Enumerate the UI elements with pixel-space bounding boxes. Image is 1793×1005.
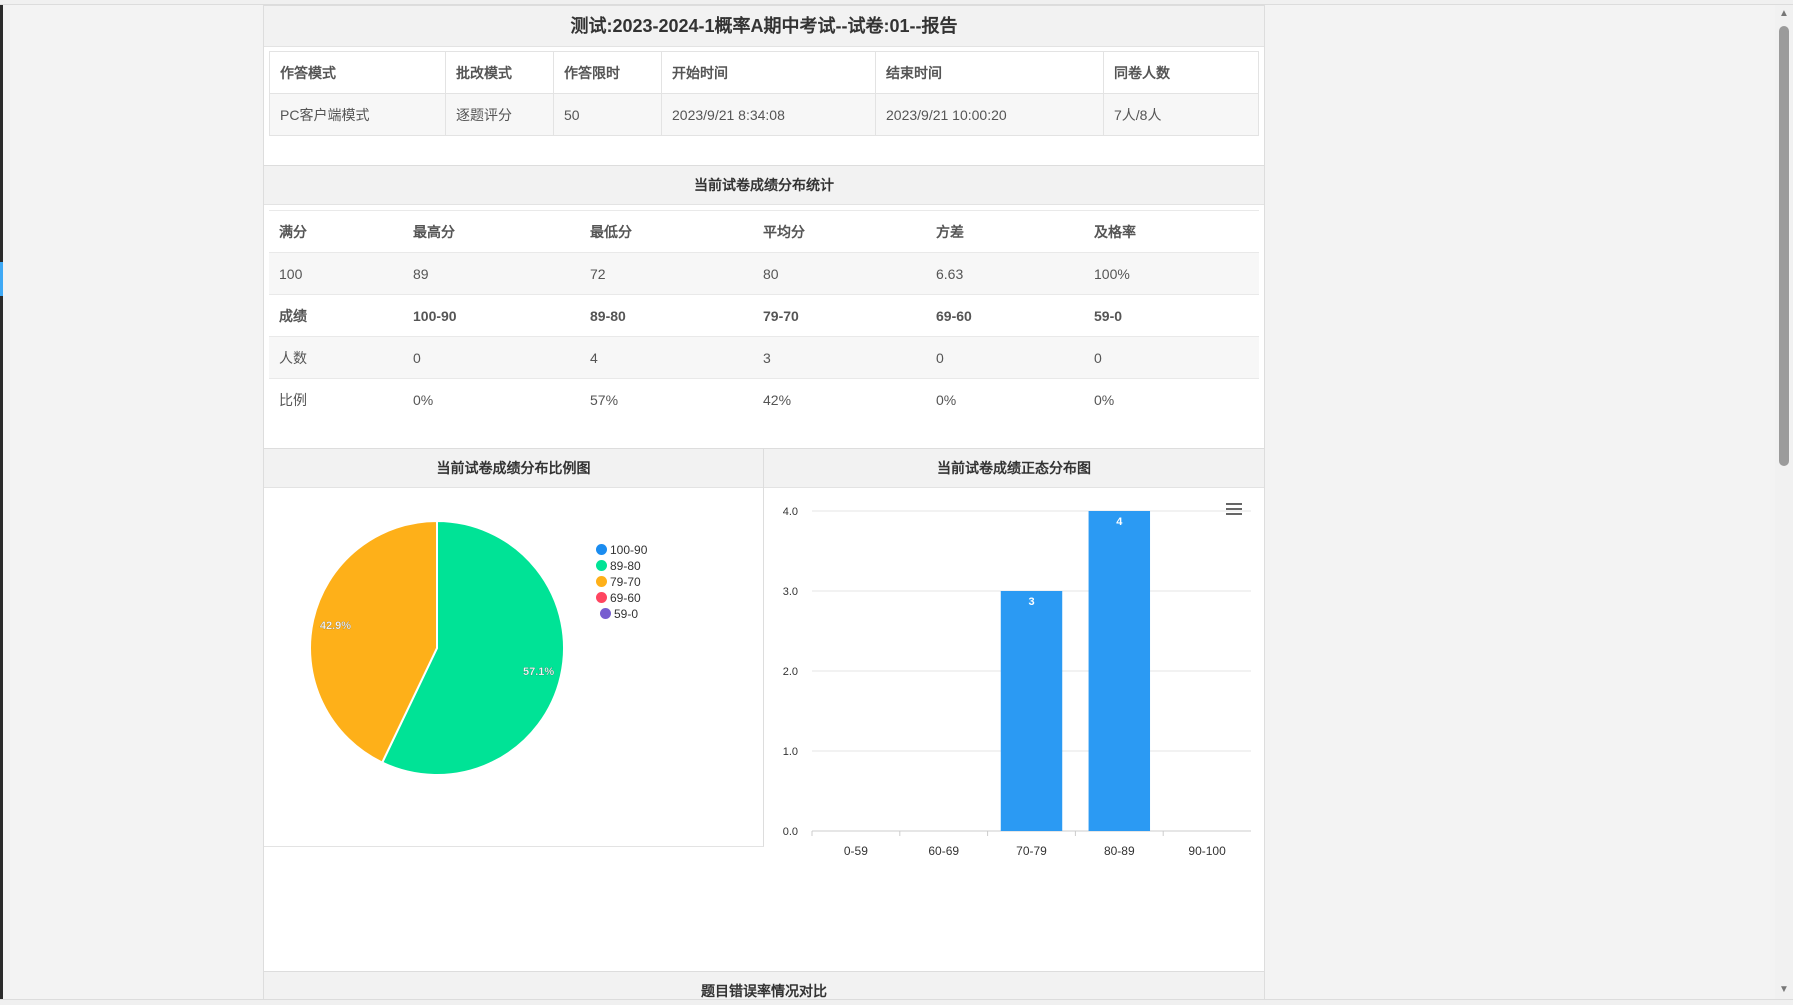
ratio-row: 比例 0% 57% 42% 0% 0%: [269, 378, 1259, 420]
score-stats-table: 满分 最高分 最低分 平均分 方差 及格率 100 89 72 80 6.63 …: [269, 210, 1259, 420]
info-cell: 7人/8人: [1103, 93, 1259, 136]
y-tick-label: 1.0: [783, 746, 798, 758]
info-header-cell: 作答限时: [553, 51, 662, 94]
bar-data-label: 4: [1116, 516, 1123, 528]
scroll-up-icon[interactable]: ▲: [1775, 7, 1793, 21]
legend-marker: [596, 544, 607, 555]
legend-label: 59-0: [614, 607, 639, 621]
stats-cell: 4: [580, 336, 753, 379]
x-tick-label: 60-69: [928, 844, 959, 858]
stats-cell: 平均分: [753, 210, 926, 253]
stats-cell: 72: [580, 252, 753, 295]
x-tick-label: 80-89: [1104, 844, 1135, 858]
legend-label: 79-70: [610, 575, 641, 589]
pie-data-label: 57.1%: [523, 666, 554, 678]
exam-info-table: 作答模式 批改模式 作答限时 开始时间 结束时间 同卷人数 PC客户端模式 逐题…: [269, 51, 1259, 136]
info-cell: 2023/9/21 10:00:20: [875, 93, 1104, 136]
info-value-row: PC客户端模式 逐题评分 50 2023/9/21 8:34:08 2023/9…: [269, 93, 1259, 136]
y-tick-label: 3.0: [783, 586, 798, 598]
info-header-cell: 同卷人数: [1103, 51, 1259, 94]
stats-cell: 80: [753, 252, 926, 295]
info-header-cell: 作答模式: [269, 51, 446, 94]
legend-label: 89-80: [610, 559, 641, 573]
stats-cell: 0: [1084, 336, 1259, 379]
bar-data-label: 3: [1028, 596, 1034, 608]
stats-cell: 成绩: [269, 294, 403, 337]
info-cell: 50: [553, 93, 662, 136]
stats-cell: 0%: [403, 378, 580, 420]
y-tick-label: 2.0: [783, 666, 798, 678]
pie-chart-panel: 当前试卷成绩分布比例图 57.1% 42.9% 100-90 89-80 79-70 6…: [264, 448, 764, 847]
info-header-row: 作答模式 批改模式 作答限时 开始时间 结束时间 同卷人数: [269, 51, 1259, 94]
stats-header-row: 满分 最高分 最低分 平均分 方差 及格率: [269, 210, 1259, 253]
stats-cell: 人数: [269, 336, 403, 379]
stats-cell: 100-90: [403, 294, 580, 337]
legend-item[interactable]: 79-70: [596, 575, 641, 589]
legend-item[interactable]: 100-90: [596, 543, 647, 557]
legend-label: 69-60: [610, 591, 641, 605]
y-tick-label: 4.0: [783, 506, 798, 518]
legend-item[interactable]: 69-60: [596, 591, 641, 605]
desktop-left-edge: [0, 0, 3, 1005]
pie-chart-title: 当前试卷成绩分布比例图: [264, 448, 763, 488]
stats-cell: 方差: [926, 210, 1084, 253]
stats-cell: 比例: [269, 378, 403, 420]
bar-chart-title: 当前试卷成绩正态分布图: [764, 448, 1264, 488]
stats-cell: 0%: [1084, 378, 1259, 420]
info-header-cell: 批改模式: [445, 51, 554, 94]
browser-bottom-edge: [0, 999, 1793, 1005]
bar-70-79[interactable]: [1000, 591, 1063, 831]
count-row: 人数 0 4 3 0 0: [269, 336, 1259, 379]
legend-marker: [600, 608, 611, 619]
info-header-cell: 开始时间: [661, 51, 876, 94]
x-tick-label: 70-79: [1016, 844, 1047, 858]
scrollbar-thumb[interactable]: [1779, 26, 1789, 466]
legend-label: 100-90: [610, 543, 648, 557]
y-tick-label: 0.0: [783, 826, 798, 838]
legend-marker: [596, 592, 607, 603]
stats-cell: 42%: [753, 378, 926, 420]
legend-item[interactable]: 59-0: [600, 607, 638, 621]
page-title: 测试:2023-2024-1概率A期中考试--试卷:01--报告: [264, 5, 1264, 47]
legend-item[interactable]: 89-80: [596, 559, 641, 573]
info-header-cell: 结束时间: [875, 51, 1104, 94]
stats-cell: 100: [269, 252, 403, 295]
stats-section-title: 当前试卷成绩分布统计: [264, 165, 1264, 205]
x-tick-label: 90-100: [1188, 844, 1226, 858]
bar-chart: 0.0 1.0 2.0 3.0 4.0 0-59 60-69 70-79 3 80-89 4 90-1…: [783, 506, 1251, 858]
stats-cell: 最高分: [403, 210, 580, 253]
stats-cell: 89: [403, 252, 580, 295]
stats-value-row: 100 89 72 80 6.63 100%: [269, 252, 1259, 295]
error-rate-section-title: 题目错误率情况对比: [264, 971, 1264, 999]
legend-marker: [596, 576, 607, 587]
info-cell: 逐题评分: [445, 93, 554, 136]
info-cell: 2023/9/21 8:34:08: [661, 93, 876, 136]
stats-cell: 0: [403, 336, 580, 379]
stats-cell: 57%: [580, 378, 753, 420]
stats-cell: 满分: [269, 210, 403, 253]
stats-cell: 0: [926, 336, 1084, 379]
stats-cell: 79-70: [753, 294, 926, 337]
info-cell: PC客户端模式: [269, 93, 446, 136]
stats-cell: 最低分: [580, 210, 753, 253]
stats-cell: 89-80: [580, 294, 753, 337]
x-tick-label: 0-59: [844, 844, 868, 858]
legend-marker: [596, 560, 607, 571]
vertical-scrollbar[interactable]: ▲ ▼: [1775, 5, 1793, 999]
bar-80-89[interactable]: [1088, 511, 1151, 831]
pie-chart: 57.1% 42.9%: [309, 519, 565, 776]
stats-cell: 6.63: [926, 252, 1084, 295]
stats-cell: 59-0: [1084, 294, 1259, 337]
score-range-row: 成绩 100-90 89-80 79-70 69-60 59-0: [269, 294, 1259, 337]
stats-cell: 0%: [926, 378, 1084, 420]
bar-chart-panel: 当前试卷成绩正态分布图 0.0 1.0 2.0 3.0 4.0 0-59 60-69 70-7…: [764, 448, 1264, 976]
report-page: 测试:2023-2024-1概率A期中考试--试卷:01--报告 作答模式 批改…: [263, 5, 1265, 999]
stats-cell: 69-60: [926, 294, 1084, 337]
stats-cell: 100%: [1084, 252, 1259, 295]
scroll-down-icon[interactable]: ▼: [1775, 983, 1793, 997]
stats-cell: 及格率: [1084, 210, 1259, 253]
stats-cell: 3: [753, 336, 926, 379]
pie-data-label: 42.9%: [320, 620, 351, 632]
